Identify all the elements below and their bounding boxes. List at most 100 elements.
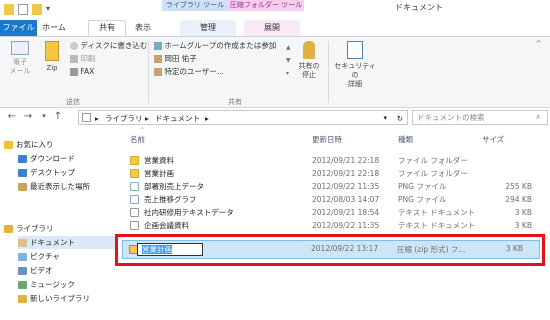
breadcrumb-documents[interactable]: ドキュメント xyxy=(155,112,200,125)
homegroup-icon xyxy=(154,42,162,50)
table-row[interactable]: 営業資料 2012/09/21 22:18 ファイル フォルダー xyxy=(120,155,550,166)
tab-view[interactable]: 表示 xyxy=(128,20,158,36)
file-name: 企画会議資料 xyxy=(144,221,189,230)
sidebar-item[interactable]: ダウンロード xyxy=(18,152,116,165)
email-label: 電子 メール xyxy=(9,58,31,75)
security-button[interactable]: セキュリティの 詳細 xyxy=(332,41,378,89)
back-button[interactable]: ← xyxy=(6,111,18,123)
fax-label: FAX xyxy=(80,67,95,76)
nav-item-icon xyxy=(18,267,27,275)
sidebar-item[interactable]: 新しいライブラリ xyxy=(18,292,116,305)
sidebar-item-label: 新しいライブラリ xyxy=(30,294,90,303)
burn-button[interactable]: ディスクに書き込む xyxy=(70,41,147,51)
share-item[interactable]: ホームグループの作成または参加 xyxy=(154,41,288,51)
stop-sharing-label: 共有の 停止 xyxy=(298,62,320,79)
address-box[interactable]: ▸ ライブラリ ▸ ドキュメント ▸ ▾ ↻ xyxy=(78,110,408,125)
folder-icon xyxy=(130,169,139,178)
zip-button[interactable]: Zip xyxy=(40,41,64,73)
burn-label: ディスクに書き込む xyxy=(80,41,148,50)
sidebar-item-label: ドキュメント xyxy=(30,238,75,247)
fax-button[interactable]: FAX xyxy=(70,67,94,77)
forward-button[interactable]: → xyxy=(22,111,34,123)
fax-icon xyxy=(70,68,78,76)
tab-home[interactable]: ホーム xyxy=(38,20,70,36)
table-row[interactable]: 社内研修用テキストデータ 2012/09/21 18:54 テキスト ドキュメント 3… xyxy=(120,207,550,218)
sidebar-item-label: ミュージック xyxy=(30,280,75,289)
column-type[interactable]: 種類 xyxy=(398,133,413,147)
breadcrumb-sep-icon[interactable]: ▸ xyxy=(205,112,209,125)
nav-item-icon xyxy=(18,239,27,247)
nav-item-icon xyxy=(18,155,27,163)
sidebar-item[interactable]: ピクチャ xyxy=(18,250,116,263)
sidebar-item[interactable]: デスクトップ xyxy=(18,166,116,179)
breadcrumb-sep-icon[interactable]: ▸ xyxy=(95,112,99,125)
nav-item-icon xyxy=(4,141,13,149)
file-size: 294 KB xyxy=(505,195,532,204)
table-row[interactable]: 営業計画 2012/09/21 22:18 ファイル フォルダー xyxy=(120,168,550,179)
share-item-label: 岡田 佑子 xyxy=(164,54,197,63)
new-folder-icon[interactable] xyxy=(32,4,42,15)
recent-dropdown-icon[interactable]: ▾ xyxy=(38,111,50,123)
table-row[interactable]: 企画会議資料 2012/09/22 11:35 テキスト ドキュメント 3 KB xyxy=(120,220,550,231)
share-scroll[interactable]: ▲ ▼ ▾ xyxy=(286,41,292,81)
sidebar-item-label: ビデオ xyxy=(30,266,53,275)
qat-dropdown-icon[interactable]: ▾ xyxy=(46,4,50,13)
tab-share[interactable]: 共有 xyxy=(88,20,126,36)
sidebar-item-label: お気に入り xyxy=(16,140,54,149)
file-type: PNG ファイル xyxy=(398,195,447,204)
sidebar-item-label: デスクトップ xyxy=(30,168,75,177)
file-name: 営業計画 xyxy=(144,169,174,178)
share-item[interactable]: 特定のユーザー... xyxy=(154,67,288,77)
lock-icon xyxy=(303,41,315,59)
file-type: PNG ファイル xyxy=(398,182,447,191)
email-button[interactable]: 電子 メール xyxy=(4,41,36,76)
file-name: 売上推移グラフ xyxy=(144,195,197,204)
zip-icon xyxy=(45,41,59,61)
tab-manage[interactable]: 管理 xyxy=(180,20,236,36)
address-dropdown-icon[interactable]: ▾ xyxy=(383,112,387,125)
nav-item-icon xyxy=(18,295,27,303)
sidebar-item[interactable]: ビデオ xyxy=(18,264,116,277)
divider xyxy=(148,41,149,103)
share-item-label: 特定のユーザー... xyxy=(164,67,224,76)
sidebar-item-label: ピクチャ xyxy=(30,252,60,261)
search-input[interactable]: ドキュメントの検索 xyxy=(412,110,548,125)
table-row[interactable]: 売上推移グラフ 2012/08/03 14:07 PNG ファイル 294 KB xyxy=(120,194,550,205)
breadcrumb-sep-icon[interactable]: ▸ xyxy=(145,112,149,125)
properties-icon[interactable] xyxy=(18,4,28,15)
file-type: テキスト ドキュメント xyxy=(398,208,476,217)
tab-file[interactable]: ファイル xyxy=(0,20,37,36)
column-size[interactable]: サイズ xyxy=(482,133,504,147)
sidebar-item[interactable]: ドキュメント xyxy=(18,236,116,249)
file-type: テキスト ドキュメント xyxy=(398,221,476,230)
security-icon xyxy=(347,41,363,59)
nav-item-icon xyxy=(18,281,27,289)
share-with-list[interactable]: ホームグループの作成または参加 岡田 佑子 特定のユーザー... xyxy=(154,41,288,81)
share-item[interactable]: 岡田 佑子 xyxy=(154,54,288,64)
stop-sharing-button[interactable]: 共有の 停止 xyxy=(294,41,324,80)
sidebar-item-label: 最近表示した場所 xyxy=(30,182,90,191)
sidebar-item[interactable]: ミュージック xyxy=(18,278,116,291)
file-date: 2012/09/21 18:54 xyxy=(312,208,380,217)
list-header: ^ 名前 更新日時 種類 サイズ xyxy=(120,127,550,147)
sidebar-item-label: ダウンロード xyxy=(30,154,75,163)
sidebar-item[interactable]: お気に入り xyxy=(4,138,116,151)
sidebar-item[interactable]: 最近表示した場所 xyxy=(18,180,116,193)
users-icon xyxy=(154,68,162,76)
up-button[interactable]: ↑ xyxy=(52,111,64,123)
sidebar-item[interactable]: ライブラリ xyxy=(4,222,116,235)
file-date: 2012/08/03 14:07 xyxy=(312,195,380,204)
print-button[interactable]: 印刷 xyxy=(70,54,95,64)
table-row[interactable]: 部署別売上データ 2012/09/22 11:35 PNG ファイル 255 KB xyxy=(120,181,550,192)
file-date: 2012/09/21 22:18 xyxy=(312,156,380,165)
column-date[interactable]: 更新日時 xyxy=(312,133,342,147)
navigation-pane: お気に入りダウンロード デスクトップ最近表示した場所ライブラリドキュメント ピクチャ… xyxy=(0,128,118,320)
disc-icon xyxy=(70,42,78,50)
file-type: ファイル フォルダー xyxy=(398,169,468,178)
tab-expand[interactable]: 展開 xyxy=(244,20,300,36)
breadcrumb-library[interactable]: ライブラリ xyxy=(105,112,143,125)
collapse-ribbon-icon[interactable]: ^ xyxy=(535,39,542,48)
file-name: 営業資料 xyxy=(144,156,174,165)
column-name[interactable]: 名前 xyxy=(130,133,145,147)
refresh-icon[interactable]: ↻ xyxy=(397,112,403,125)
